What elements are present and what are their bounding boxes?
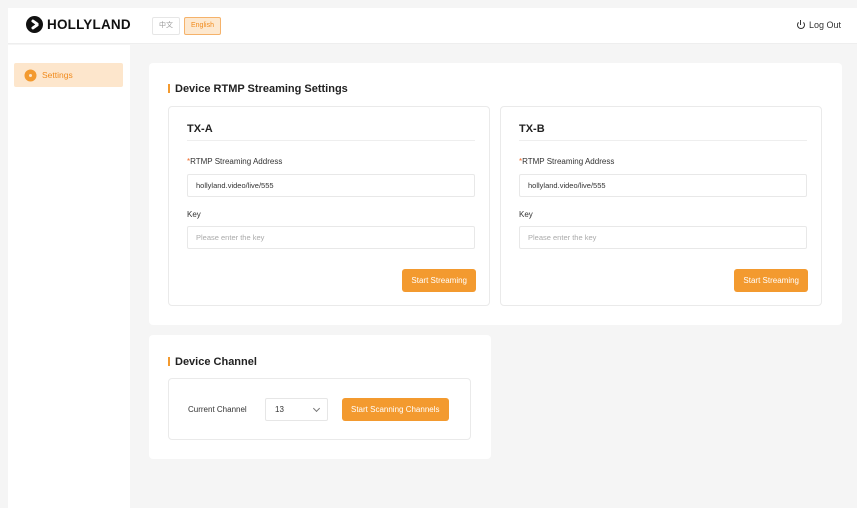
rtmp-settings-card: Device RTMP Streaming Settings TX-A *RTM… bbox=[149, 63, 842, 325]
start-streaming-button[interactable]: Start Streaming bbox=[402, 269, 476, 292]
rtmp-address-input[interactable] bbox=[187, 174, 475, 197]
sidebar: Settings bbox=[8, 45, 130, 508]
channel-select[interactable]: 13 bbox=[265, 398, 328, 421]
address-label: *RTMP Streaming Address bbox=[187, 157, 283, 166]
power-icon bbox=[796, 19, 805, 29]
tx-b-panel: TX-B *RTMP Streaming Address Key Start S… bbox=[500, 106, 822, 306]
key-input[interactable] bbox=[187, 226, 475, 249]
sidebar-item-settings[interactable]: Settings bbox=[14, 63, 123, 87]
start-streaming-button[interactable]: Start Streaming bbox=[734, 269, 808, 292]
gear-icon bbox=[26, 70, 35, 80]
section-title: Device RTMP Streaming Settings bbox=[168, 83, 348, 95]
logout-button[interactable]: Log Out bbox=[796, 19, 841, 30]
channel-panel: Current Channel 13 Start Scanning Channe… bbox=[168, 378, 471, 440]
rtmp-title: Device RTMP Streaming Settings bbox=[175, 83, 348, 95]
logo-icon bbox=[26, 16, 43, 33]
rtmp-address-input[interactable] bbox=[519, 174, 807, 197]
tx-title: TX-A bbox=[187, 123, 213, 135]
address-label: *RTMP Streaming Address bbox=[519, 157, 615, 166]
current-channel-label: Current Channel bbox=[188, 405, 247, 414]
divider bbox=[519, 140, 807, 141]
language-chinese-button[interactable]: 中文 bbox=[152, 17, 180, 35]
brand-name: HOLLYLAND bbox=[47, 17, 131, 32]
section-title: Device Channel bbox=[168, 356, 257, 368]
channel-title: Device Channel bbox=[175, 356, 257, 368]
tx-title: TX-B bbox=[519, 123, 545, 135]
sidebar-item-label: Settings bbox=[42, 70, 73, 80]
channel-value: 13 bbox=[275, 405, 284, 414]
accent-bar bbox=[168, 357, 170, 366]
key-label: Key bbox=[187, 210, 201, 219]
logout-label: Log Out bbox=[808, 20, 841, 30]
hollyland-logo[interactable]: HOLLYLAND bbox=[26, 16, 131, 33]
divider bbox=[187, 140, 475, 141]
key-input[interactable] bbox=[519, 226, 807, 249]
language-switcher: 中文 English bbox=[152, 17, 225, 35]
accent-bar bbox=[168, 84, 170, 93]
top-bar: HOLLYLAND 中文 English Log Out bbox=[8, 8, 857, 44]
key-label: Key bbox=[519, 210, 533, 219]
device-channel-card: Device Channel Current Channel 13 Start … bbox=[149, 335, 491, 459]
chevron-down-icon bbox=[312, 404, 321, 413]
start-scanning-button[interactable]: Start Scanning Channels bbox=[342, 398, 449, 421]
language-english-button[interactable]: English bbox=[184, 17, 221, 35]
tx-a-panel: TX-A *RTMP Streaming Address Key Start S… bbox=[168, 106, 490, 306]
